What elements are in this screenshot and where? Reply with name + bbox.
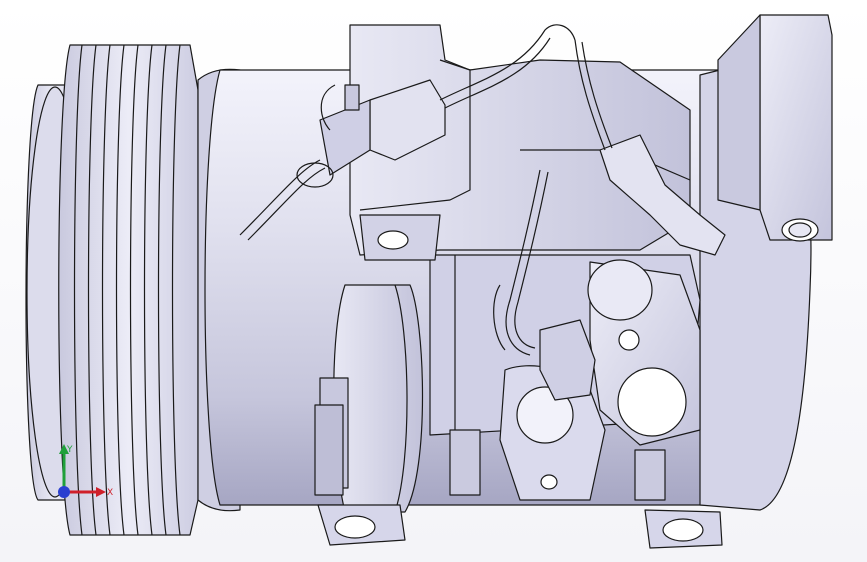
- port-bore-top: [618, 329, 640, 351]
- coordinate-triad: Y X: [44, 440, 124, 510]
- cad-viewport[interactable]: Y X: [0, 0, 867, 562]
- port-bore-right: [617, 367, 687, 437]
- z-axis: [58, 486, 70, 498]
- y-axis-label: Y: [66, 445, 73, 455]
- x-axis-label: X: [107, 488, 113, 498]
- compressor-model[interactable]: [0, 0, 867, 562]
- mount-hole-bottom-right: [662, 518, 704, 542]
- mount-hole-bottom-left: [334, 515, 376, 539]
- mount-ear-top-right: [759, 14, 833, 241]
